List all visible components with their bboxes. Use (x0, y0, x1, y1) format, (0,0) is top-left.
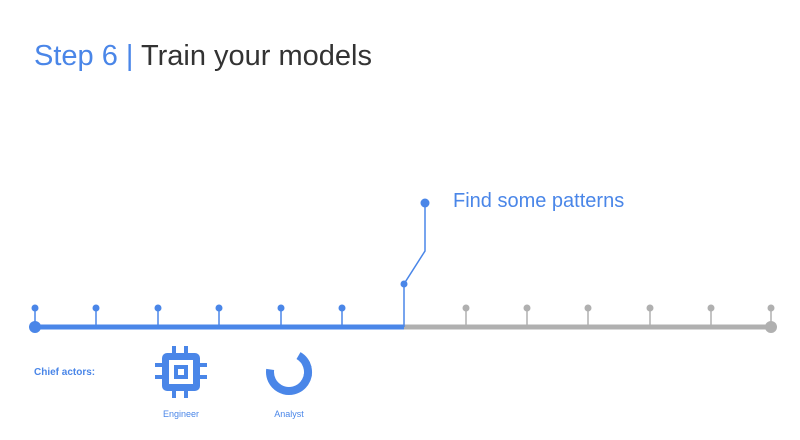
upcoming-step-tick (767, 304, 775, 312)
upcoming-step-tick (584, 304, 592, 312)
completed-step-tick (154, 304, 162, 312)
current-position-dot (400, 280, 408, 288)
upcoming-step-tick (707, 304, 715, 312)
actor-engineer-label: Engineer (162, 409, 200, 419)
completed-step-tick (31, 304, 39, 312)
timeline (29, 198, 777, 398)
upcoming-step-tick (462, 304, 470, 312)
completed-step-tick (338, 304, 346, 312)
chip-icon (155, 346, 207, 398)
upcoming-step-tick (523, 304, 531, 312)
milestone-connector (403, 203, 426, 327)
milestone-dot (420, 198, 430, 208)
completed-step-tick (277, 304, 285, 312)
upcoming-step-tick (646, 304, 654, 312)
milestone-label: Find some patterns (453, 190, 625, 212)
completed-step-tick (92, 304, 100, 312)
actor-analyst-label: Analyst (274, 409, 304, 419)
completed-step-tick (215, 304, 223, 312)
donut-chart-icon (266, 349, 312, 395)
chief-actors-label: Chief actors: (34, 367, 96, 378)
